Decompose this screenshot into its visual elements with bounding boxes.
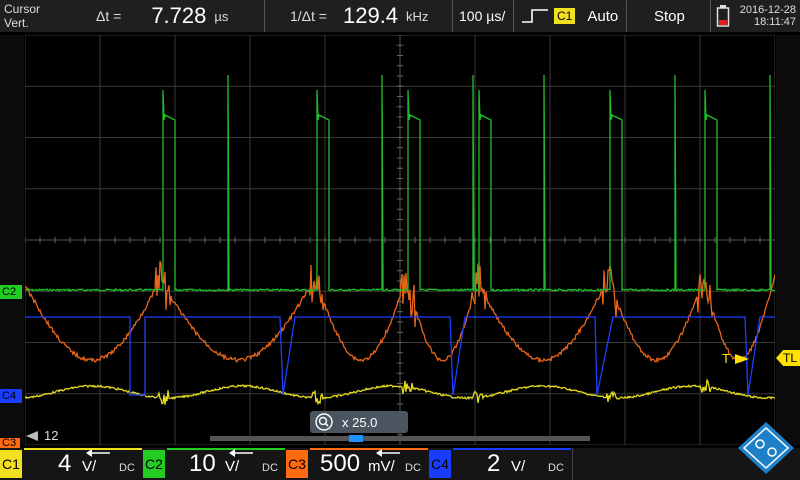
trigger-level-marker-T[interactable]: T [722,351,750,366]
clock: 2016-12-28 18:11:47 [738,0,796,32]
run-state: Stop [654,7,685,25]
trigger-tl-label: TL [782,351,797,365]
left-arrow-icon [26,430,38,441]
channel-3-scale: 500 [320,450,361,477]
channel-2-offset-marker[interactable]: C2 [0,285,22,299]
cursor-mode: Vert. [4,16,29,30]
date: 2016-12-28 [739,4,796,16]
zoom-scrollbar[interactable] [210,435,590,442]
zoom-magnifier-icon [315,413,333,431]
channel-1-coupling: DC [119,462,135,474]
run-stop-button[interactable]: Stop [654,0,685,32]
status-bar: Cursor Vert. Δt = 7.728 µs 1/Δt = 129.4 … [0,0,800,32]
zoom-scrollbar-thumb[interactable] [349,435,364,442]
timebase-button[interactable]: 100 µs/ [459,0,505,32]
channel-2-unit: V/ [225,458,240,475]
battery-icon [716,0,730,32]
rising-edge-icon [522,9,548,23]
channel-2-tag: C2 [143,450,165,478]
channel-1-unit: V/ [82,458,97,475]
zoom-factor: x 25.0 [342,414,378,430]
channel-2-setting[interactable]: C2 10 V/ DC [143,448,286,480]
cursor-label: Cursor [4,2,41,16]
inverse-delta-t-unit: kHz [406,8,429,24]
channel-4-marker-label: C4 [2,390,17,402]
time: 18:11:47 [753,16,796,28]
channel-2-marker-label: C2 [2,286,17,298]
left-margin [0,35,24,445]
channel-1-tag: C1 [0,450,22,478]
channel-1-setting[interactable]: C1 4 V/ DC [0,448,143,480]
delta-t-unit: µs [214,8,229,24]
channel-3-offset-marker[interactable]: C3 [0,438,20,448]
rs-diamond-logo-icon [738,422,794,474]
waveform-display[interactable] [25,35,775,445]
channel-4-scale: 2 [487,450,501,477]
delta-t-readout[interactable]: Δt = 7.728 µs [96,0,228,32]
delta-t-value: 7.728 [151,3,207,28]
trigger-source-badge: C1 [554,8,576,24]
history-count: 12 [44,428,59,443]
channel-4-coupling: DC [548,462,564,474]
channel-3-coupling: DC [405,462,421,474]
history-indicator[interactable]: 12 [24,428,58,443]
channel-bar: C1 4 V/ DC C2 10 V/ DC C3 500 mV/ DC C4 … [0,448,800,480]
channel-2-probe-arrow-icon [229,449,253,457]
inverse-delta-t-label: 1/Δt = [290,8,327,24]
channel-1-scale: 4 [58,450,72,477]
channel-3-setting[interactable]: C3 500 mV/ DC [286,448,429,480]
channel-3-tag: C3 [286,450,308,478]
delta-t-label: Δt = [96,8,122,24]
zoom-indicator[interactable]: x 25.0 [310,411,408,433]
channel-2-coupling: DC [262,462,278,474]
channel-4-unit: V/ [511,458,526,475]
cursor-menu[interactable]: Cursor Vert. [4,0,40,32]
channel-3-marker-label: C3 [2,438,17,448]
channel-4-offset-marker[interactable]: C4 [0,389,22,403]
timebase-value: 100 µs/ [459,8,506,24]
graticule [25,35,775,445]
inverse-delta-t-value: 129.4 [342,3,399,28]
channel-2-scale: 10 [189,450,216,477]
inverse-delta-t-readout[interactable]: 1/Δt = 129.4 kHz [290,0,428,32]
trigger-mode: Auto [587,7,619,25]
channel-1-probe-arrow-icon [86,449,110,457]
trigger-button[interactable]: C1 Auto [520,0,618,32]
right-arrow-icon [734,353,749,364]
channel-3-unit: mV/ [368,458,395,475]
channel-4-tag: C4 [429,450,451,478]
right-margin [776,35,800,445]
channel-3-probe-arrow-icon [376,449,400,457]
trigger-t-label: T [722,351,730,366]
channel-4-setting[interactable]: C4 2 V/ DC [429,448,572,480]
